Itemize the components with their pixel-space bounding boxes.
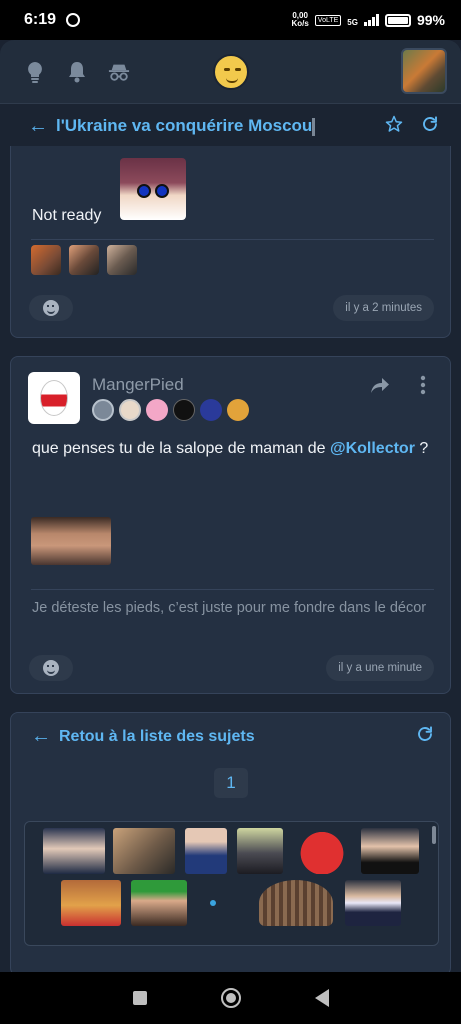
emoji-icon xyxy=(43,660,59,676)
emoji-icon xyxy=(43,300,59,316)
sticker-item[interactable] xyxy=(185,828,227,874)
sticker-item[interactable] xyxy=(43,828,105,874)
signal-icon xyxy=(363,14,379,26)
post-card: Not ready il y a 2 minutes xyxy=(10,146,451,338)
author-avatar[interactable] xyxy=(28,372,80,424)
sticker-item[interactable] xyxy=(113,828,175,874)
reaction-avatar[interactable] xyxy=(69,245,99,275)
post-card: MangerPied que penses tu de la salope de… xyxy=(10,356,451,694)
sticker-item[interactable] xyxy=(61,880,121,926)
back-arrow-icon[interactable]: ← xyxy=(31,725,51,748)
lightbulb-icon[interactable] xyxy=(24,61,46,83)
post-text: Not ready xyxy=(32,207,102,224)
scrollbar[interactable] xyxy=(432,826,436,844)
site-logo-icon[interactable] xyxy=(213,54,249,90)
home-icon[interactable] xyxy=(220,988,241,1008)
reply-panel: ← Retou à la liste des sujets 1 xyxy=(10,712,451,972)
sticker-item[interactable] xyxy=(259,880,333,926)
reactions-list xyxy=(31,245,137,275)
network-type: 5G xyxy=(347,18,358,27)
sticker-item[interactable] xyxy=(345,880,401,926)
add-reaction-button[interactable] xyxy=(29,655,73,681)
sticker-picker[interactable] xyxy=(24,821,439,946)
status-bar: 6:19 0,00 Ko/s VoLTE 5G 99% xyxy=(0,0,461,40)
clock: 6:19 xyxy=(24,11,57,28)
thread-title[interactable]: l'Ukraine va conquérire Moscou xyxy=(56,116,316,136)
thread-title-bar: ← l'Ukraine va conquérire Moscou xyxy=(0,106,461,146)
author-badges xyxy=(92,399,249,421)
badge-icon[interactable] xyxy=(92,399,114,421)
sticker-item[interactable] xyxy=(237,828,283,874)
user-signature: Je déteste les pieds, c’est juste pour m… xyxy=(32,600,427,616)
badge-icon[interactable] xyxy=(227,399,249,421)
sticker-image xyxy=(120,158,186,220)
refresh-icon[interactable] xyxy=(421,115,439,138)
reaction-avatar[interactable] xyxy=(107,245,137,275)
bell-icon[interactable] xyxy=(66,61,88,83)
star-icon[interactable] xyxy=(385,115,403,138)
add-reaction-button[interactable] xyxy=(29,295,73,321)
divider xyxy=(31,589,434,590)
sticker-image xyxy=(31,517,111,565)
system-nav-bar xyxy=(0,972,461,1024)
battery-percent: 99% xyxy=(416,12,445,28)
app-window: ← l'Ukraine va conquérire Moscou Not rea… xyxy=(0,40,461,972)
sticker-item[interactable] xyxy=(293,828,351,874)
refresh-icon[interactable] xyxy=(416,725,434,748)
post-timestamp[interactable]: il y a 2 minutes xyxy=(333,295,434,321)
top-bar xyxy=(0,40,461,104)
back-icon[interactable] xyxy=(314,989,329,1007)
sticker-item[interactable] xyxy=(210,900,216,906)
share-icon[interactable] xyxy=(370,377,390,400)
author-name[interactable]: MangerPied xyxy=(92,375,184,395)
status-icons: 0,00 Ko/s VoLTE 5G 99% xyxy=(291,11,445,29)
incognito-icon[interactable] xyxy=(108,61,130,83)
post-text: que penses tu de la salope de maman de @… xyxy=(32,440,429,457)
sticker-item[interactable] xyxy=(361,828,419,874)
back-to-topics-label[interactable]: Retou à la liste des sujets xyxy=(59,728,255,746)
badge-icon[interactable] xyxy=(173,399,195,421)
back-arrow-icon[interactable]: ← xyxy=(28,115,48,138)
sticker-item[interactable] xyxy=(131,880,187,926)
badge-icon[interactable] xyxy=(119,399,141,421)
pagination-page[interactable]: 1 xyxy=(214,768,248,798)
badge-icon[interactable] xyxy=(146,399,168,421)
alarm-icon xyxy=(66,13,81,27)
user-mention[interactable]: @Kollector xyxy=(330,440,415,457)
reaction-avatar[interactable] xyxy=(31,245,61,275)
post-timestamp[interactable]: il y a une minute xyxy=(326,655,434,681)
volte-icon: VoLTE xyxy=(314,14,342,26)
recents-icon[interactable] xyxy=(132,991,147,1005)
badge-icon[interactable] xyxy=(200,399,222,421)
user-avatar[interactable] xyxy=(401,48,447,94)
network-speed: 0,00 Ko/s xyxy=(291,11,309,28)
back-to-topics[interactable]: ← Retou à la liste des sujets xyxy=(31,725,434,748)
more-options-icon[interactable] xyxy=(420,375,426,400)
divider xyxy=(31,239,434,240)
battery-icon xyxy=(384,13,411,27)
